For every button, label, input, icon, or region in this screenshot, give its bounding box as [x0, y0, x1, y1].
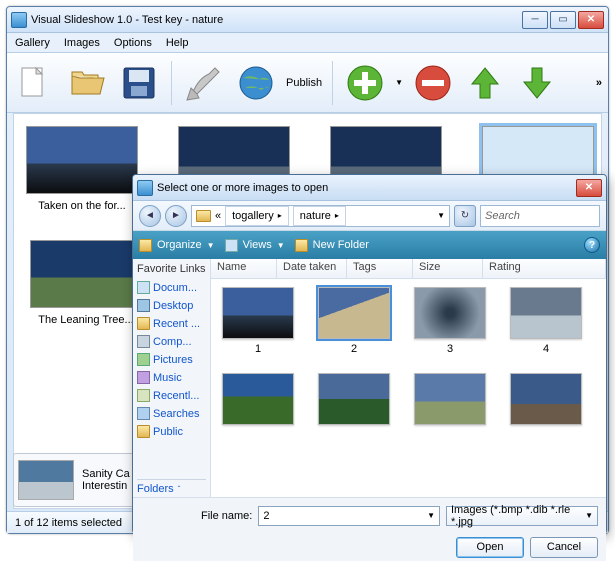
search-input[interactable]: Search	[480, 205, 600, 227]
file-label: 2	[351, 343, 357, 355]
views-button[interactable]: Views▼	[225, 239, 285, 252]
col-name[interactable]: Name	[211, 259, 277, 278]
dialog-buttons: Open Cancel	[133, 533, 606, 561]
fav-music[interactable]: Music	[137, 369, 206, 386]
help-button[interactable]: ?	[584, 237, 600, 253]
file-item[interactable]	[507, 373, 585, 425]
file-open-dialog: Select one or more images to open ✕ ◄ ► …	[132, 174, 607, 534]
folder-icon	[139, 239, 152, 252]
menu-help[interactable]: Help	[166, 37, 189, 49]
save-button[interactable]	[117, 61, 161, 105]
fav-computer[interactable]: Comp...	[137, 333, 206, 350]
folders-toggle[interactable]: Foldersˆ	[137, 479, 206, 495]
filename-label: File name:	[201, 510, 252, 522]
gallery-thumb[interactable]: Taken on the for...	[26, 126, 138, 212]
more-icon[interactable]: »	[596, 77, 602, 89]
new-button[interactable]	[13, 61, 57, 105]
close-button[interactable]: ✕	[578, 11, 604, 29]
forward-button[interactable]: ►	[165, 205, 187, 227]
fav-recently[interactable]: Recentl...	[137, 387, 206, 404]
thumb-caption: The Leaning Tree...	[38, 314, 133, 326]
file-label: 3	[447, 343, 453, 355]
back-button[interactable]: ◄	[139, 205, 161, 227]
crumb-dropdown-icon[interactable]: ▼	[437, 211, 445, 220]
status-text: 1 of 12 items selected	[15, 517, 122, 529]
col-date[interactable]: Date taken	[277, 259, 347, 278]
fav-documents[interactable]: Docum...	[137, 279, 206, 296]
publish-globe-icon[interactable]	[234, 61, 278, 105]
fav-public[interactable]: Public	[137, 423, 206, 440]
main-titlebar[interactable]: Visual Slideshow 1.0 - Test key - nature…	[7, 7, 608, 33]
breadcrumb[interactable]: « togallery▸ nature▸ ▼	[191, 205, 450, 227]
maximize-button[interactable]: ▭	[550, 11, 576, 29]
folder-icon	[196, 210, 211, 222]
thumb-caption: Taken on the for...	[38, 200, 125, 212]
file-item[interactable]: 2	[315, 287, 393, 355]
col-rating[interactable]: Rating	[483, 259, 606, 278]
toolbar: Publish ▼ »	[7, 53, 608, 113]
file-label: 4	[543, 343, 549, 355]
app-icon	[11, 12, 27, 28]
file-label: 1	[255, 343, 261, 355]
crumb-seg[interactable]: togallery	[232, 210, 274, 222]
dialog-icon	[137, 180, 153, 196]
dialog-close-button[interactable]: ✕	[576, 179, 602, 197]
favorites-pane: Favorite Links Docum... Desktop Recent .…	[133, 259, 211, 497]
organize-button[interactable]: Organize▼	[139, 239, 215, 252]
gallery-thumb[interactable]: The Leaning Tree...	[26, 240, 146, 326]
fav-recent[interactable]: Recent ...	[137, 315, 206, 332]
favorites-heading: Favorite Links	[137, 261, 206, 278]
organize-row: Organize▼ Views▼ New Folder ?	[133, 231, 606, 259]
menu-options[interactable]: Options	[114, 37, 152, 49]
column-headers[interactable]: Name Date taken Tags Size Rating	[211, 259, 606, 279]
file-thumbs: 1 2 3 4	[211, 279, 606, 497]
menubar: Gallery Images Options Help	[7, 33, 608, 53]
down-button[interactable]	[515, 61, 559, 105]
nav-row: ◄ ► « togallery▸ nature▸ ▼ ↻ Search	[133, 201, 606, 231]
filetype-filter[interactable]: Images (*.bmp *.dib *.rle *.jpg▼	[446, 506, 598, 526]
fav-pictures[interactable]: Pictures	[137, 351, 206, 368]
file-item[interactable]	[411, 373, 489, 425]
add-button[interactable]	[343, 61, 387, 105]
file-item[interactable]	[315, 373, 393, 425]
filename-input[interactable]: 2▼	[258, 506, 440, 526]
open-button[interactable]	[65, 61, 109, 105]
filename-row: File name: 2▼ Images (*.bmp *.dib *.rle …	[133, 497, 606, 533]
folder-icon	[295, 239, 308, 252]
new-folder-button[interactable]: New Folder	[295, 239, 369, 252]
menu-gallery[interactable]: Gallery	[15, 37, 50, 49]
settings-button[interactable]	[182, 61, 226, 105]
window-title: Visual Slideshow 1.0 - Test key - nature	[31, 14, 522, 26]
minimize-button[interactable]: ─	[522, 11, 548, 29]
fav-desktop[interactable]: Desktop	[137, 297, 206, 314]
menu-images[interactable]: Images	[64, 37, 100, 49]
remove-button[interactable]	[411, 61, 455, 105]
add-dropdown-icon[interactable]: ▼	[395, 78, 403, 87]
fav-searches[interactable]: Searches	[137, 405, 206, 422]
file-item[interactable]	[219, 373, 297, 425]
publish-label[interactable]: Publish	[286, 77, 322, 89]
col-size[interactable]: Size	[413, 259, 483, 278]
detail-line: Interestin	[82, 480, 130, 492]
dialog-title: Select one or more images to open	[157, 182, 576, 194]
refresh-button[interactable]: ↻	[454, 205, 476, 227]
col-tags[interactable]: Tags	[347, 259, 413, 278]
dialog-titlebar[interactable]: Select one or more images to open ✕	[133, 175, 606, 201]
up-button[interactable]	[463, 61, 507, 105]
file-item[interactable]: 4	[507, 287, 585, 355]
crumb-seg[interactable]: nature	[300, 210, 331, 222]
detail-thumb	[18, 460, 74, 500]
file-item[interactable]: 3	[411, 287, 489, 355]
detail-line: Sanity Ca	[82, 468, 130, 480]
file-item[interactable]: 1	[219, 287, 297, 355]
file-list-pane: Name Date taken Tags Size Rating 1 2 3 4	[211, 259, 606, 497]
views-icon	[225, 239, 238, 252]
